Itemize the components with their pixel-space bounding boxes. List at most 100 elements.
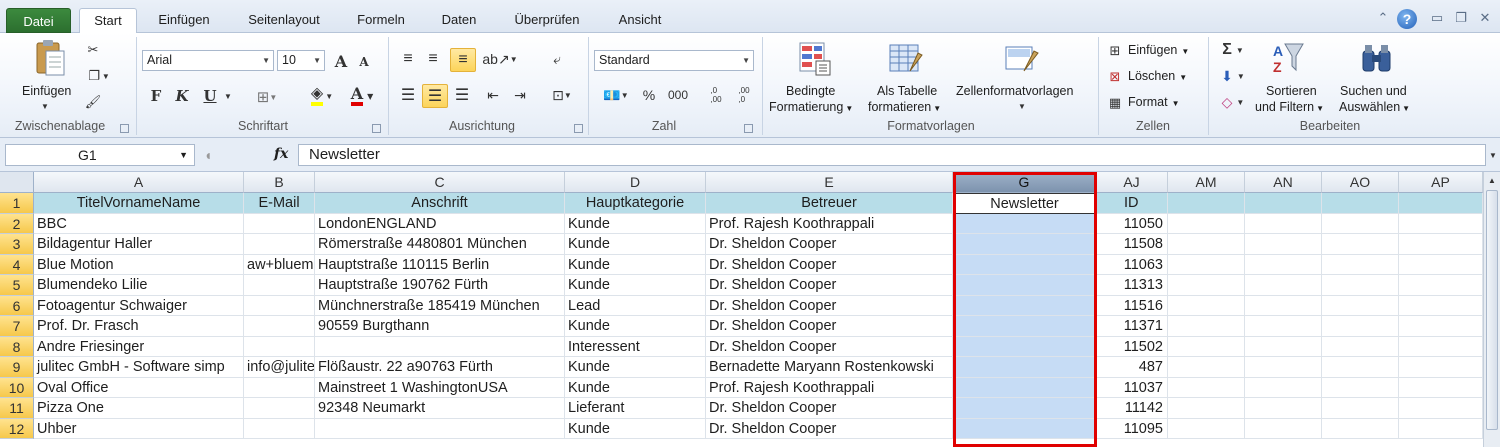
format-cells-icon[interactable]: ▦ <box>1106 94 1124 112</box>
tab-page-layout[interactable]: Seitenlayout <box>236 8 332 33</box>
table-cell[interactable] <box>1168 275 1245 296</box>
row-header[interactable]: 6 <box>0 295 34 316</box>
format-cells-label[interactable]: Format ▼ <box>1128 95 1180 109</box>
grow-font-icon[interactable]: A <box>332 51 350 71</box>
tab-formulas[interactable]: Formeln <box>346 8 416 33</box>
table-cell[interactable] <box>1399 254 1483 275</box>
shrink-font-icon[interactable]: A <box>356 53 372 71</box>
table-cell[interactable]: Blue Motion <box>34 254 244 275</box>
table-cell[interactable] <box>244 377 315 398</box>
row-header[interactable]: 4 <box>0 254 34 275</box>
table-cell[interactable]: LondonENGLAND <box>315 213 565 234</box>
table-cell[interactable] <box>1168 295 1245 316</box>
column-header-e[interactable]: E <box>706 172 953 193</box>
bold-icon[interactable]: F <box>146 86 166 106</box>
table-cell[interactable] <box>1399 336 1483 357</box>
table-cell[interactable] <box>1322 418 1399 439</box>
header-cell[interactable]: Betreuer <box>706 193 953 214</box>
paste-label[interactable]: Einfügen <box>22 84 71 98</box>
delete-cells-icon[interactable]: ⊠ <box>1106 68 1124 86</box>
orientation-icon[interactable]: ab↗ ▼ <box>482 49 517 69</box>
conditional-formatting-label-2[interactable]: Formatierung ▼ <box>769 100 853 114</box>
thousands-separator-icon[interactable]: 000 <box>666 85 690 105</box>
table-cell[interactable]: Interessent <box>565 336 706 357</box>
table-cell[interactable]: Kunde <box>565 418 706 439</box>
table-cell[interactable] <box>1168 316 1245 337</box>
table-cell[interactable] <box>1399 316 1483 337</box>
percent-style-icon[interactable]: % <box>640 85 658 105</box>
paste-dropdown-icon[interactable]: ▼ <box>38 101 52 111</box>
font-size-select[interactable]: 10 ▼ <box>277 50 325 71</box>
row-header[interactable]: 1 <box>0 193 34 214</box>
table-cell[interactable] <box>1245 418 1322 439</box>
format-as-table-icon[interactable] <box>886 39 926 79</box>
align-center-icon[interactable]: ☰ <box>422 84 448 108</box>
tab-view[interactable]: Ansicht <box>605 8 675 33</box>
table-cell[interactable] <box>1245 213 1322 234</box>
newsletter-cell[interactable] <box>953 418 1096 439</box>
table-cell[interactable] <box>1399 234 1483 255</box>
clear-icon[interactable]: ◇ ▼ <box>1216 93 1250 111</box>
paste-icon[interactable] <box>30 38 70 78</box>
increase-decimal-icon[interactable]: ,0 ,00 <box>704 83 728 107</box>
table-cell[interactable] <box>244 275 315 296</box>
column-header-an[interactable]: AN <box>1245 172 1322 193</box>
table-cell[interactable] <box>1322 377 1399 398</box>
align-middle-icon[interactable]: ≡ <box>423 49 443 69</box>
column-header-d[interactable]: D <box>565 172 706 193</box>
column-header-a[interactable]: A <box>34 172 244 193</box>
column-header-ao[interactable]: AO <box>1322 172 1399 193</box>
table-cell[interactable] <box>1399 418 1483 439</box>
table-cell[interactable]: info@julite <box>244 357 315 378</box>
table-cell[interactable]: Dr. Sheldon Cooper <box>706 254 953 275</box>
insert-function-icon[interactable]: fx <box>274 146 288 162</box>
merge-center-icon[interactable]: ⊡ ▼ <box>545 85 579 105</box>
column-header-g[interactable]: G <box>953 172 1096 193</box>
table-cell[interactable]: 11371 <box>1096 316 1168 337</box>
header-cell[interactable]: Hauptkategorie <box>565 193 706 214</box>
newsletter-cell[interactable] <box>953 275 1096 296</box>
formula-bar-resize-icon[interactable]: ◖ <box>200 145 216 165</box>
cell-styles-icon[interactable] <box>1002 39 1042 79</box>
table-cell[interactable]: Kunde <box>565 357 706 378</box>
table-cell[interactable]: 11095 <box>1096 418 1168 439</box>
table-cell[interactable] <box>244 418 315 439</box>
copy-icon[interactable]: ❐ ▼ <box>84 67 114 85</box>
column-header-am[interactable]: AM <box>1168 172 1245 193</box>
tab-file[interactable]: Datei <box>6 8 71 33</box>
table-cell[interactable] <box>1168 398 1245 419</box>
table-cell[interactable]: Prof. Rajesh Koothrappali <box>706 213 953 234</box>
align-right-icon[interactable]: ☰ <box>452 85 472 105</box>
newsletter-cell[interactable] <box>953 234 1096 255</box>
wrap-text-icon[interactable]: ⤶ <box>547 49 567 69</box>
table-cell[interactable] <box>244 213 315 234</box>
insert-cells-icon[interactable]: ⊞ <box>1106 42 1124 60</box>
align-left-icon[interactable]: ☰ <box>398 85 418 105</box>
table-cell[interactable]: Blumendeko Lilie <box>34 275 244 296</box>
table-cell[interactable] <box>1168 336 1245 357</box>
cell-styles-dropdown-icon[interactable]: ▼ <box>1016 101 1028 111</box>
find-select-label-1[interactable]: Suchen und <box>1340 84 1407 98</box>
header-cell[interactable] <box>1322 193 1399 214</box>
insert-cells-label[interactable]: Einfügen ▼ <box>1128 43 1189 57</box>
table-cell[interactable] <box>1168 234 1245 255</box>
tab-insert[interactable]: Einfügen <box>148 8 220 33</box>
table-cell[interactable]: julitec GmbH - Software simp <box>34 357 244 378</box>
find-select-label-2[interactable]: Auswählen ▼ <box>1339 100 1410 114</box>
table-cell[interactable]: Pizza One <box>34 398 244 419</box>
fill-icon[interactable]: ⬇ ▼ <box>1216 67 1250 85</box>
table-cell[interactable] <box>1245 377 1322 398</box>
align-top-icon[interactable]: ≡ <box>398 49 418 69</box>
fill-color-icon[interactable]: ◈ ▼ <box>305 85 339 107</box>
currency-format-icon[interactable]: 💶 ▼ <box>598 85 634 105</box>
table-cell[interactable] <box>1322 213 1399 234</box>
sort-filter-icon[interactable]: AZ <box>1268 39 1306 79</box>
table-cell[interactable] <box>1322 295 1399 316</box>
table-cell[interactable]: Lieferant <box>565 398 706 419</box>
autosum-icon[interactable]: Σ ▼ <box>1216 41 1250 59</box>
table-cell[interactable]: 11516 <box>1096 295 1168 316</box>
table-cell[interactable] <box>244 234 315 255</box>
scroll-up-icon[interactable]: ▲ <box>1487 174 1497 186</box>
newsletter-cell[interactable] <box>953 316 1096 337</box>
conditional-formatting-label-1[interactable]: Bedingte <box>786 84 835 98</box>
